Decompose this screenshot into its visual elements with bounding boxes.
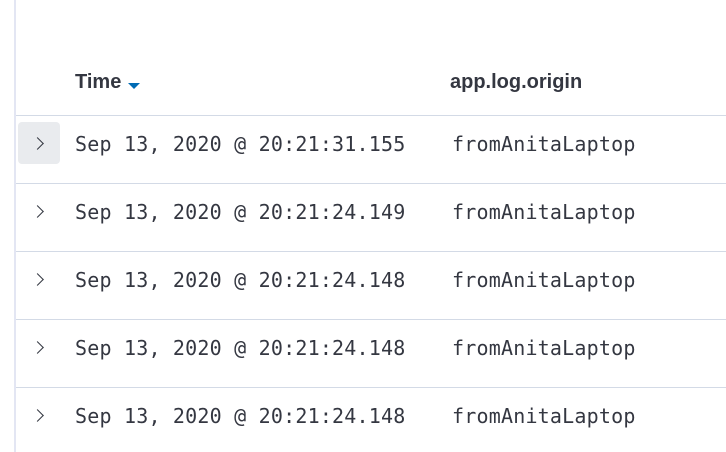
- table-header: Time app.log.origin: [16, 50, 726, 116]
- column-header-time-label: Time: [75, 71, 122, 93]
- table-row: Sep 13, 2020 @ 20:21:24.148 fromAnitaLap…: [16, 388, 726, 452]
- column-header-app-log-origin[interactable]: app.log.origin: [450, 71, 582, 94]
- expand-row-button[interactable]: [18, 190, 60, 232]
- chevron-right-icon: [30, 136, 44, 150]
- chevron-right-icon: [30, 408, 44, 422]
- table-row: Sep 13, 2020 @ 20:21:31.155 fromAnitaLap…: [16, 116, 726, 184]
- chevron-right-icon: [30, 272, 44, 286]
- column-header-time[interactable]: Time: [75, 71, 141, 94]
- column-header-origin-label: app.log.origin: [450, 71, 583, 93]
- table-row: Sep 13, 2020 @ 20:21:24.148 fromAnitaLap…: [16, 320, 726, 388]
- table-row: Sep 13, 2020 @ 20:21:24.148 fromAnitaLap…: [16, 252, 726, 320]
- cell-time: Sep 13, 2020 @ 20:21:24.149: [75, 200, 406, 224]
- cell-app-log-origin: fromAnitaLaptop: [452, 336, 636, 360]
- expand-row-button[interactable]: [18, 122, 60, 164]
- sort-descending-icon[interactable]: [128, 82, 141, 89]
- expand-row-button[interactable]: [18, 394, 60, 436]
- cell-app-log-origin: fromAnitaLaptop: [452, 404, 636, 428]
- expand-row-button[interactable]: [18, 258, 60, 300]
- cell-time: Sep 13, 2020 @ 20:21:31.155: [75, 132, 406, 156]
- cell-time: Sep 13, 2020 @ 20:21:24.148: [75, 268, 406, 292]
- cell-time: Sep 13, 2020 @ 20:21:24.148: [75, 336, 406, 360]
- cell-time: Sep 13, 2020 @ 20:21:24.148: [75, 404, 406, 428]
- cell-app-log-origin: fromAnitaLaptop: [452, 200, 636, 224]
- expand-row-button[interactable]: [18, 326, 60, 368]
- documents-table: Time app.log.origin Sep 13, 2020 @ 20:21…: [16, 0, 726, 452]
- cell-app-log-origin: fromAnitaLaptop: [452, 132, 636, 156]
- cell-app-log-origin: fromAnitaLaptop: [452, 268, 636, 292]
- table-row: Sep 13, 2020 @ 20:21:24.149 fromAnitaLap…: [16, 184, 726, 252]
- chevron-right-icon: [30, 204, 44, 218]
- chevron-right-icon: [30, 340, 44, 354]
